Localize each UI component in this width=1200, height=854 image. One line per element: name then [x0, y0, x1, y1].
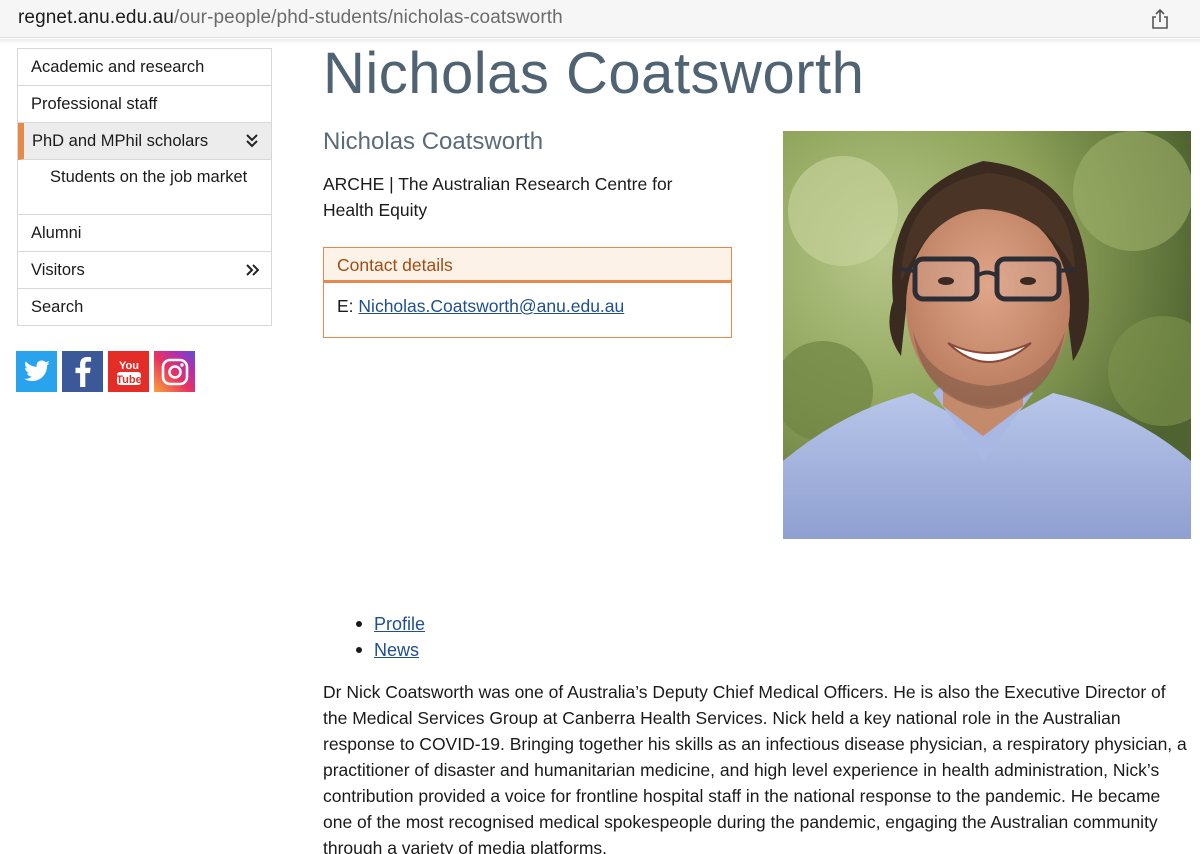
- sidebar-item-label: Academic and research: [31, 58, 205, 76]
- youtube-logo-text-top: You: [119, 360, 139, 372]
- browser-address-bar[interactable]: regnet.anu.edu.au/our-people/phd-student…: [0, 0, 1200, 38]
- tab-news-link[interactable]: News: [374, 640, 419, 660]
- profile-tabs: Profile News: [356, 611, 425, 663]
- instagram-icon[interactable]: [154, 351, 195, 392]
- tab-news: News: [356, 637, 425, 663]
- url-path: /our-people/phd-students/nicholas-coatsw…: [173, 7, 563, 28]
- social-links: You Tube: [16, 351, 195, 392]
- sidebar-item-professional-staff[interactable]: Professional staff: [18, 86, 271, 123]
- double-chevron-right-icon[interactable]: [245, 252, 259, 288]
- profile-affiliation: ARCHE | The Australian Research Centre f…: [323, 174, 673, 220]
- sidebar-item-students-on-the-job-market[interactable]: Students on the job market: [18, 160, 271, 215]
- sidebar-item-search[interactable]: Search: [18, 289, 271, 326]
- sidebar-item-academic-and-research[interactable]: Academic and research: [18, 49, 271, 86]
- sidebar-item-label: Search: [31, 298, 84, 316]
- sidebar-item-label: Visitors: [31, 261, 85, 279]
- facebook-icon[interactable]: [62, 351, 103, 392]
- profile-bio: Dr Nick Coatsworth was one of Australia’…: [323, 682, 1187, 854]
- double-chevron-down-icon[interactable]: [245, 123, 259, 159]
- sidebar-item-visitors[interactable]: Visitors: [18, 252, 271, 289]
- sidebar-item-label: Alumni: [31, 224, 82, 242]
- youtube-logo-text-bottom: Tube: [116, 374, 141, 386]
- tab-profile-link[interactable]: Profile: [374, 614, 425, 634]
- profile-name: Nicholas Coatsworth: [323, 128, 544, 155]
- sidebar-item-label: PhD and MPhil scholars: [32, 132, 209, 150]
- share-icon[interactable]: [1150, 8, 1170, 30]
- email-prefix: E:: [337, 296, 354, 316]
- url-host: regnet.anu.edu.au: [18, 7, 174, 28]
- contact-details-heading: Contact details: [324, 248, 731, 283]
- sidebar-item-phd-and-mphil-scholars[interactable]: PhD and MPhil scholars: [18, 123, 271, 160]
- contact-details-box: Contact details E: Nicholas.Coatsworth@a…: [323, 247, 732, 338]
- url-text[interactable]: regnet.anu.edu.au/our-people/phd-student…: [18, 7, 563, 29]
- sidebar-item-label: Professional staff: [31, 95, 158, 113]
- profile-photo: [783, 131, 1191, 539]
- sidebar-item-label: Students on the job market: [50, 168, 248, 186]
- email-link[interactable]: Nicholas.Coatsworth@anu.edu.au: [358, 296, 624, 316]
- twitter-icon[interactable]: [16, 351, 57, 392]
- tab-profile: Profile: [356, 611, 425, 637]
- page-title: Nicholas Coatsworth: [323, 41, 865, 106]
- youtube-icon[interactable]: You Tube: [108, 351, 149, 392]
- contact-email-row: E: Nicholas.Coatsworth@anu.edu.au: [324, 283, 731, 317]
- sidebar-nav: Academic and research Professional staff…: [17, 48, 272, 326]
- sidebar-item-alumni[interactable]: Alumni: [18, 215, 271, 252]
